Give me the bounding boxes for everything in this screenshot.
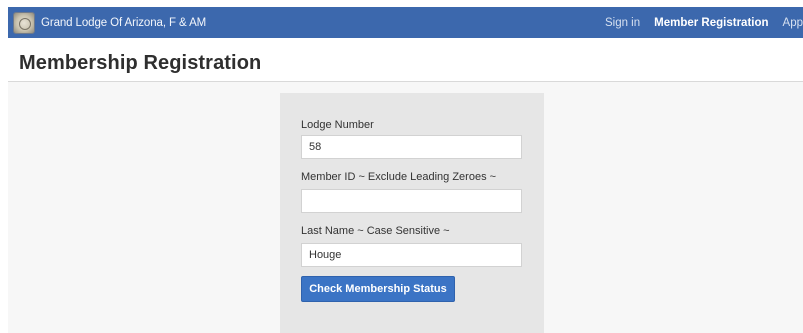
- lodge-number-label: Lodge Number: [301, 119, 374, 131]
- last-name-label: Last Name ~ Case Sensitive ~: [301, 225, 450, 237]
- nav-member-registration-link[interactable]: Member Registration: [654, 17, 768, 29]
- brand-title: Grand Lodge Of Arizona, F & AM: [41, 16, 207, 29]
- page-title: Membership Registration: [19, 52, 262, 74]
- nav-sign-in-link[interactable]: Sign in: [605, 17, 640, 29]
- member-id-input[interactable]: [301, 189, 522, 213]
- nav-app-link[interactable]: App: [783, 17, 803, 29]
- top-navbar: Grand Lodge Of Arizona, F & AM Sign in M…: [8, 7, 803, 38]
- membership-form: Lodge Number Member ID ~ Exclude Leading…: [280, 93, 544, 333]
- member-id-label: Member ID ~ Exclude Leading Zeroes ~: [301, 171, 497, 183]
- brand-link[interactable]: Grand Lodge Of Arizona, F & AM: [8, 7, 206, 38]
- page: Grand Lodge Of Arizona, F & AM Sign in M…: [0, 0, 803, 333]
- nav-links: Sign in Member Registration App: [591, 7, 803, 38]
- lodge-seal-icon: [13, 11, 35, 34]
- check-membership-status-button[interactable]: Check Membership Status: [301, 276, 455, 302]
- lodge-number-input[interactable]: [301, 135, 522, 159]
- last-name-input[interactable]: [301, 243, 522, 267]
